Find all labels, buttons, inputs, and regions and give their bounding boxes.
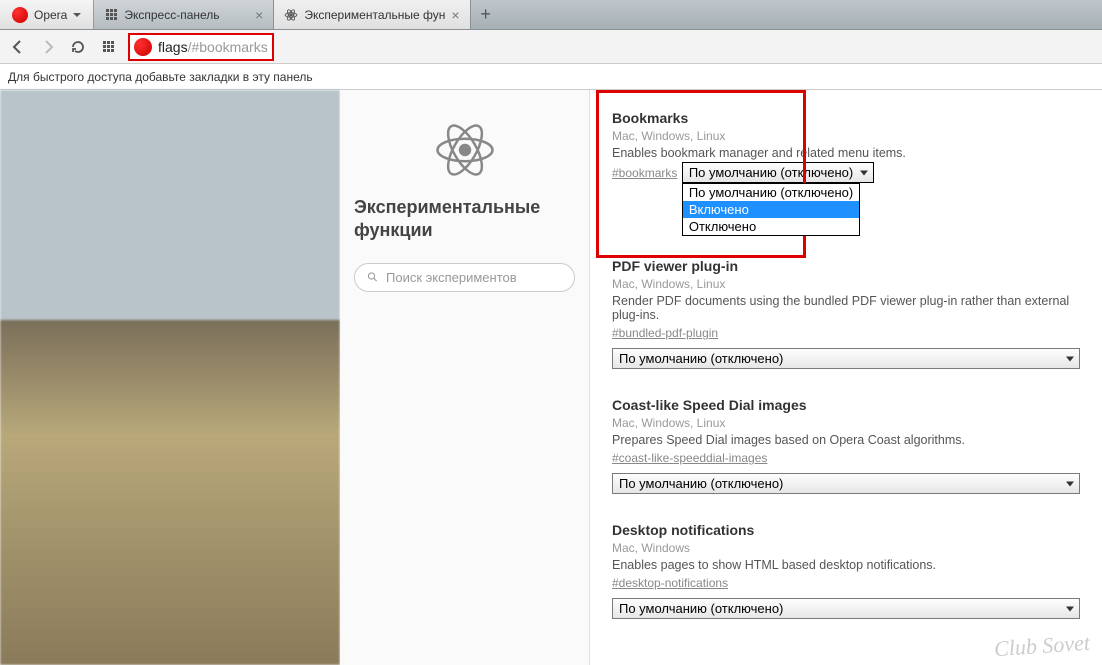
flag-item: Bookmarks Mac, Windows, Linux Enables bo… xyxy=(612,110,1080,188)
flag-description: Enables pages to show HTML based desktop… xyxy=(612,558,1080,572)
url-fragment: /#bookmarks xyxy=(188,39,268,55)
watermark: Club Sovet xyxy=(993,630,1091,663)
search-box[interactable] xyxy=(354,263,575,292)
back-button[interactable] xyxy=(8,37,28,57)
flag-description: Enables bookmark manager and related men… xyxy=(612,146,1080,160)
tab-speed-dial[interactable]: Экспресс-панель × xyxy=(94,0,274,29)
flag-platforms: Mac, Windows, Linux xyxy=(612,277,1080,291)
dropdown-option[interactable]: Отключено xyxy=(683,218,859,235)
address-bar[interactable]: flags/#bookmarks xyxy=(128,33,274,61)
atom-icon xyxy=(435,120,495,180)
flag-platforms: Mac, Windows, Linux xyxy=(612,129,1080,143)
app-name: Opera xyxy=(34,8,67,22)
search-input[interactable] xyxy=(386,270,562,285)
sidebar-panel: Экспериментальные функции xyxy=(340,90,590,665)
flag-select[interactable]: По умолчанию (отключено) xyxy=(612,473,1080,494)
flag-platforms: Mac, Windows xyxy=(612,541,1080,555)
flag-title: Desktop notifications xyxy=(612,522,1080,538)
bookmarks-bar-hint: Для быстрого доступа добавьте закладки в… xyxy=(0,64,1102,90)
dropdown-option[interactable]: Включено xyxy=(683,201,859,218)
toolbar: flags/#bookmarks xyxy=(0,30,1102,64)
title-bar: Opera Экспресс-панель × Экспериментальны… xyxy=(0,0,1102,30)
left-spacer xyxy=(0,90,340,665)
tab-label: Экспериментальные фун xyxy=(304,8,445,22)
flag-item: Desktop notifications Mac, Windows Enabl… xyxy=(612,522,1080,619)
content: Экспериментальные функции Bookmarks Mac,… xyxy=(0,90,1102,665)
flag-anchor-link[interactable]: #coast-like-speeddial-images xyxy=(612,451,767,465)
opera-logo-icon xyxy=(12,7,28,23)
dropdown-option[interactable]: По умолчанию (отключено) xyxy=(683,184,859,201)
dropdown-list[interactable]: По умолчанию (отключено) Включено Отключ… xyxy=(682,183,860,236)
opera-menu-button[interactable]: Opera xyxy=(0,0,94,29)
new-tab-button[interactable]: + xyxy=(471,0,501,29)
url-path: flags xyxy=(158,39,188,55)
flag-anchor-link[interactable]: #bookmarks xyxy=(612,166,677,180)
flag-select[interactable]: По умолчанию (отключено) xyxy=(612,348,1080,369)
flag-select[interactable]: По умолчанию (отключено) xyxy=(612,598,1080,619)
forward-button[interactable] xyxy=(38,37,58,57)
flag-platforms: Mac, Windows, Linux xyxy=(612,416,1080,430)
speed-dial-button[interactable] xyxy=(98,37,118,57)
flag-title: Coast-like Speed Dial images xyxy=(612,397,1080,413)
atom-icon xyxy=(284,8,298,22)
close-icon[interactable]: × xyxy=(451,7,459,23)
flag-select[interactable]: По умолчанию (отключено) xyxy=(682,162,874,183)
page-title: Экспериментальные функции xyxy=(354,196,575,243)
flag-title: Bookmarks xyxy=(612,110,1080,126)
flag-anchor-link[interactable]: #desktop-notifications xyxy=(612,576,728,590)
opera-logo-icon xyxy=(134,38,152,56)
tab-strip: Экспресс-панель × Экспериментальные фун … xyxy=(94,0,500,29)
flag-description: Render PDF documents using the bundled P… xyxy=(612,294,1080,322)
tab-flags[interactable]: Экспериментальные фун × xyxy=(274,0,470,29)
close-icon[interactable]: × xyxy=(255,7,263,23)
flag-anchor-link[interactable]: #bundled-pdf-plugin xyxy=(612,326,718,340)
chevron-down-icon xyxy=(73,13,81,17)
flag-item: PDF viewer plug-in Mac, Windows, Linux R… xyxy=(612,258,1080,369)
flag-description: Prepares Speed Dial images based on Oper… xyxy=(612,433,1080,447)
search-icon xyxy=(367,270,378,284)
flag-title: PDF viewer plug-in xyxy=(612,258,1080,274)
flag-item: Coast-like Speed Dial images Mac, Window… xyxy=(612,397,1080,494)
flags-list: Bookmarks Mac, Windows, Linux Enables bo… xyxy=(590,90,1102,665)
tab-label: Экспресс-панель xyxy=(124,8,219,22)
speed-dial-icon xyxy=(104,8,118,22)
reload-button[interactable] xyxy=(68,37,88,57)
